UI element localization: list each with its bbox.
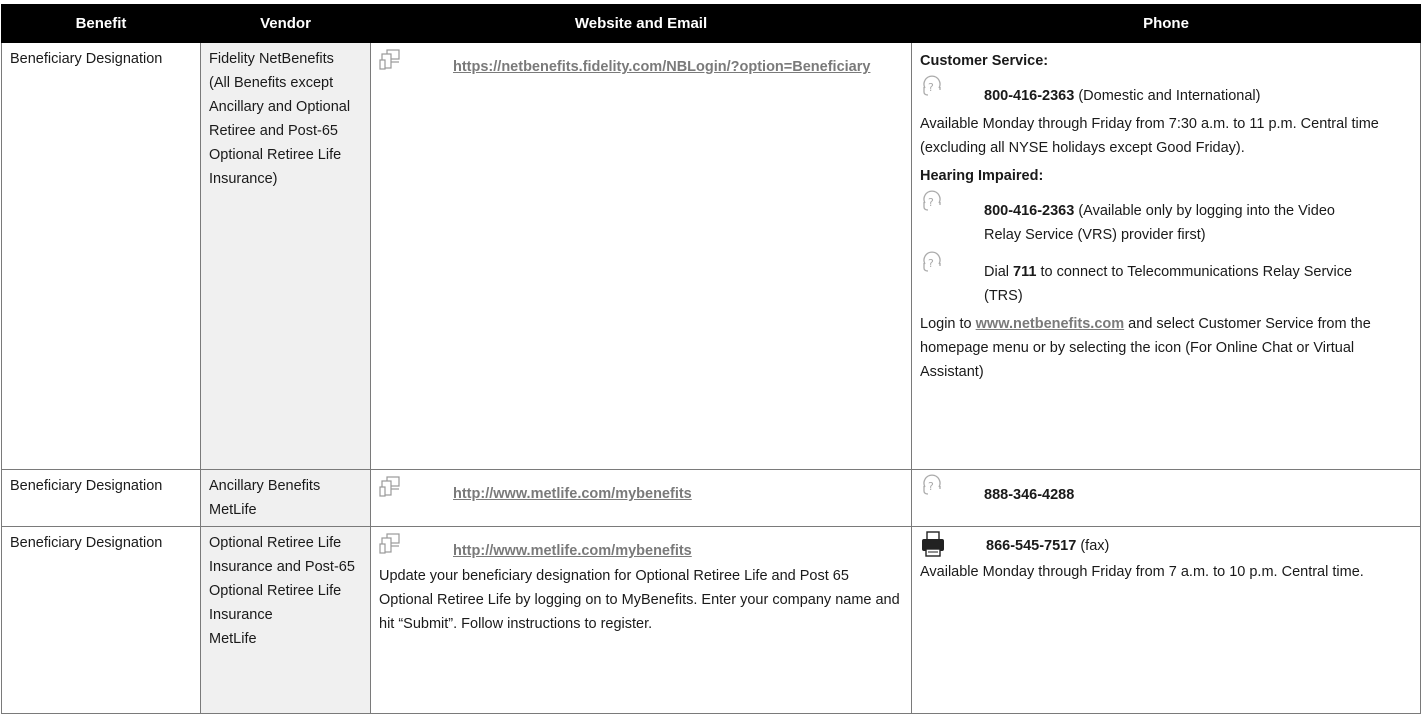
fax-number[interactable]: 866-545-7517 <box>986 538 1076 554</box>
benefits-contact-table: Benefit Vendor Website and Email Phone B… <box>1 4 1421 714</box>
phone-cell: ? 888-346-4288 <box>911 469 1421 527</box>
vendor-company: MetLife <box>209 631 257 647</box>
phone-cell: 866-545-7517 (fax) Available Monday thro… <box>911 526 1421 714</box>
benefit-cell: Beneficiary Designation <box>1 42 201 470</box>
headset-phone-icon: ? <box>920 474 944 500</box>
vendor-cell: Fidelity NetBenefits (All Benefits excep… <box>200 42 371 470</box>
header-benefit: Benefit <box>1 4 201 43</box>
fidelity-beneficiary-link[interactable]: https://netbenefits.fidelity.com/NBLogin… <box>453 56 893 78</box>
table-row: Beneficiary Designation Fidelity NetBene… <box>1 42 1421 470</box>
vendor-name: Ancillary Benefits MetLife <box>209 478 321 518</box>
table-row: Beneficiary Designation Ancillary Benefi… <box>1 469 1421 527</box>
vrs-phone-number[interactable]: 800-416-2363 <box>984 203 1074 219</box>
svg-text:?: ? <box>928 81 934 94</box>
table-row: Beneficiary Designation Optional Retiree… <box>1 526 1421 714</box>
vendor-cell: Ancillary Benefits MetLife <box>200 469 371 527</box>
header-vendor: Vendor <box>200 4 371 43</box>
customer-service-heading: Customer Service: <box>920 53 1049 69</box>
trs-number[interactable]: 711 <box>1013 264 1036 280</box>
hearing-impaired-heading: Hearing Impaired: <box>920 168 1044 184</box>
website-cell: http://www.metlife.com/mybenefits <box>370 469 912 527</box>
metlife-mybenefits-link[interactable]: http://www.metlife.com/mybenefits <box>453 540 893 562</box>
cs-hours: Available Monday through Friday from 7:3… <box>920 116 1379 156</box>
svg-text:?: ? <box>928 257 934 270</box>
headset-phone-icon: ? <box>920 75 944 101</box>
headset-phone-icon: ? <box>920 251 944 277</box>
metlife-mybenefits-link[interactable]: http://www.metlife.com/mybenefits <box>453 483 893 505</box>
trs-note: to connect to Telecommunications Relay S… <box>984 264 1353 304</box>
benefit-cell: Beneficiary Designation <box>1 526 201 714</box>
fax-machine-icon <box>920 531 946 557</box>
fax-hours: Available Monday through Friday from 7 a… <box>920 564 1364 580</box>
benefit-cell: Beneficiary Designation <box>1 469 201 527</box>
web-devices-icon <box>379 49 401 71</box>
login-prefix: Login to <box>920 316 976 332</box>
phone-cell: Customer Service: ? 800-416-2363 (Domest… <box>911 42 1421 470</box>
website-cell: https://netbenefits.fidelity.com/NBLogin… <box>370 42 912 470</box>
header-website: Website and Email <box>370 4 912 43</box>
vendor-note: (All Benefits except Ancillary and Optio… <box>209 75 351 187</box>
svg-text:?: ? <box>928 196 934 209</box>
web-devices-icon <box>379 533 401 555</box>
login-instructions: Login to www.netbenefits.com and select … <box>920 312 1412 384</box>
website-cell: http://www.metlife.com/mybenefits Update… <box>370 526 912 714</box>
website-instructions: Update your beneficiary designation for … <box>379 568 900 632</box>
trs-prefix: Dial <box>984 264 1014 280</box>
vendor-name: Optional Retiree Life Insurance and Post… <box>209 535 355 623</box>
netbenefits-link[interactable]: www.netbenefits.com <box>976 316 1125 332</box>
svg-text:?: ? <box>928 480 934 493</box>
cs-phone-number[interactable]: 800-416-2363 <box>984 88 1074 104</box>
header-row: Benefit Vendor Website and Email Phone <box>1 4 1421 43</box>
header-phone: Phone <box>911 4 1421 43</box>
fax-label: (fax) <box>1076 538 1110 554</box>
web-devices-icon <box>379 476 401 498</box>
cs-phone-note: (Domestic and International) <box>1074 88 1261 104</box>
vendor-name: Fidelity NetBenefits <box>209 51 334 67</box>
headset-phone-icon: ? <box>920 190 944 216</box>
ancillary-phone-number[interactable]: 888-346-4288 <box>984 487 1074 503</box>
vendor-cell: Optional Retiree Life Insurance and Post… <box>200 526 371 714</box>
